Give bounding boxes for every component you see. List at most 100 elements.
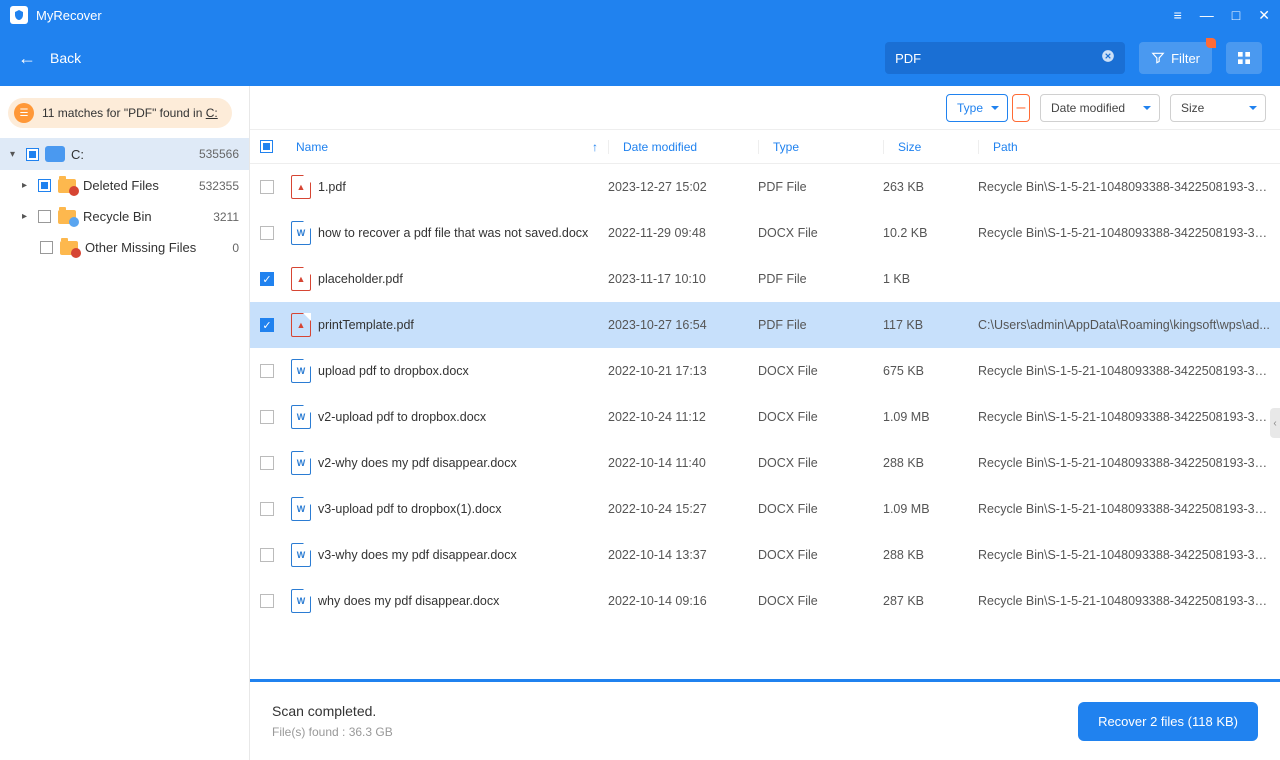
row-checkbox[interactable]: ✓ — [260, 272, 274, 286]
table-row[interactable]: Wv3-upload pdf to dropbox(1).docx2022-10… — [250, 486, 1280, 532]
disk-icon — [45, 146, 65, 162]
folder-icon — [57, 179, 77, 193]
file-date: 2022-10-14 13:37 — [608, 548, 758, 562]
maximize-icon[interactable]: □ — [1232, 7, 1240, 23]
file-name: v2-upload pdf to dropbox.docx — [316, 410, 608, 424]
file-size: 288 KB — [883, 456, 978, 470]
file-type: DOCX File — [758, 410, 883, 424]
file-name: v2-why does my pdf disappear.docx — [316, 456, 608, 470]
filter-button[interactable]: Filter — [1139, 42, 1212, 74]
back-button[interactable]: Back — [50, 50, 871, 66]
type-clear-button[interactable]: – — [1012, 94, 1030, 122]
caret-right-icon[interactable]: ▸ — [22, 211, 32, 222]
file-type: DOCX File — [758, 456, 883, 470]
tree-item[interactable]: Other Missing Files0 — [0, 232, 249, 263]
file-path: C:\Users\admin\AppData\Roaming\kingsoft\… — [978, 318, 1280, 332]
tree-checkbox[interactable] — [40, 241, 53, 254]
row-checkbox[interactable] — [260, 548, 274, 562]
file-type: DOCX File — [758, 594, 883, 608]
grid-view-button[interactable] — [1226, 42, 1262, 74]
table-row[interactable]: Wupload pdf to dropbox.docx2022-10-21 17… — [250, 348, 1280, 394]
tree-label: Recycle Bin — [83, 209, 207, 224]
file-name: placeholder.pdf — [316, 272, 608, 286]
date-dropdown[interactable]: Date modified — [1040, 94, 1160, 122]
file-date: 2022-11-29 09:48 — [608, 226, 758, 240]
main-panel: Type – Date modified Size Name↑ Date mod… — [250, 86, 1280, 760]
minimize-icon[interactable]: — — [1200, 7, 1214, 23]
header-checkbox[interactable] — [260, 140, 273, 153]
side-handle[interactable]: ‹ — [1270, 408, 1280, 438]
column-size[interactable]: Size — [883, 140, 978, 154]
close-icon[interactable]: ✕ — [1258, 7, 1270, 24]
file-path: Recycle Bin\S-1-5-21-1048093388-34225081… — [978, 180, 1280, 194]
file-date: 2022-10-24 15:27 — [608, 502, 758, 516]
file-icon: W — [286, 543, 316, 567]
scan-status: Scan completed. — [272, 703, 393, 719]
file-path: Recycle Bin\S-1-5-21-1048093388-34225081… — [978, 548, 1280, 562]
app-title: MyRecover — [36, 8, 1174, 23]
file-date: 2023-12-27 15:02 — [608, 180, 758, 194]
file-icon: W — [286, 497, 316, 521]
row-checkbox[interactable] — [260, 594, 274, 608]
file-date: 2022-10-24 11:12 — [608, 410, 758, 424]
table-row[interactable]: Wv3-why does my pdf disappear.docx2022-1… — [250, 532, 1280, 578]
row-checkbox[interactable]: ✓ — [260, 318, 274, 332]
row-checkbox[interactable] — [260, 180, 274, 194]
row-checkbox[interactable] — [260, 456, 274, 470]
file-name: printTemplate.pdf — [316, 318, 608, 332]
sort-asc-icon[interactable]: ↑ — [592, 140, 598, 154]
caret-down-icon[interactable]: ▾ — [10, 149, 20, 160]
file-icon: W — [286, 589, 316, 613]
file-size: 117 KB — [883, 318, 978, 332]
column-type[interactable]: Type — [758, 140, 883, 154]
search-input[interactable] — [895, 51, 1101, 66]
tree-checkbox[interactable] — [38, 210, 51, 223]
size-dropdown[interactable]: Size — [1170, 94, 1266, 122]
tree-root[interactable]: ▾ C: 535566 — [0, 138, 249, 170]
file-path: Recycle Bin\S-1-5-21-1048093388-34225081… — [978, 594, 1280, 608]
tree-count: 3211 — [213, 210, 239, 224]
column-path[interactable]: Path — [978, 140, 1280, 154]
table-row[interactable]: ✓▲printTemplate.pdf2023-10-27 16:54PDF F… — [250, 302, 1280, 348]
column-date[interactable]: Date modified — [608, 140, 758, 154]
table-row[interactable]: Wv2-upload pdf to dropbox.docx2022-10-24… — [250, 394, 1280, 440]
table-row[interactable]: Wv2-why does my pdf disappear.docx2022-1… — [250, 440, 1280, 486]
tree-label: C: — [71, 147, 193, 162]
table-row[interactable]: ✓▲placeholder.pdf2023-11-17 10:10PDF Fil… — [250, 256, 1280, 302]
file-date: 2022-10-14 09:16 — [608, 594, 758, 608]
titlebar: MyRecover ≡ — □ ✕ — [0, 0, 1280, 30]
tree-item[interactable]: ▸Deleted Files532355 — [0, 170, 249, 201]
row-checkbox[interactable] — [260, 226, 274, 240]
file-type: PDF File — [758, 272, 883, 286]
file-type: DOCX File — [758, 364, 883, 378]
match-summary: ☰ 11 matches for "PDF" found in C: — [8, 98, 232, 128]
file-size: 675 KB — [883, 364, 978, 378]
sidebar: ☰ 11 matches for "PDF" found in C: ▾ C: … — [0, 86, 250, 760]
column-name[interactable]: Name↑ — [286, 140, 608, 154]
tree-checkbox[interactable] — [38, 179, 51, 192]
table-row[interactable]: ▲1.pdf2023-12-27 15:02PDF File263 KBRecy… — [250, 164, 1280, 210]
type-dropdown[interactable]: Type — [946, 94, 1008, 122]
file-type: DOCX File — [758, 502, 883, 516]
folder-icon — [57, 210, 77, 224]
search-clear-icon[interactable] — [1101, 49, 1115, 68]
search-box[interactable] — [885, 42, 1125, 74]
file-size: 10.2 KB — [883, 226, 978, 240]
caret-right-icon[interactable]: ▸ — [22, 180, 32, 191]
file-date: 2023-10-27 16:54 — [608, 318, 758, 332]
tree-item[interactable]: ▸ Recycle Bin 3211 — [0, 201, 249, 232]
back-arrow-icon[interactable]: ← — [18, 48, 36, 69]
table-row[interactable]: Wwhy does my pdf disappear.docx2022-10-1… — [250, 578, 1280, 624]
row-checkbox[interactable] — [260, 410, 274, 424]
recover-button[interactable]: Recover 2 files (118 KB) — [1078, 702, 1258, 741]
file-icon: W — [286, 359, 316, 383]
menu-icon[interactable]: ≡ — [1174, 7, 1182, 23]
row-checkbox[interactable] — [260, 502, 274, 516]
row-checkbox[interactable] — [260, 364, 274, 378]
tree-checkbox[interactable] — [26, 148, 39, 161]
file-name: why does my pdf disappear.docx — [316, 594, 608, 608]
table-row[interactable]: Whow to recover a pdf file that was not … — [250, 210, 1280, 256]
file-icon: W — [286, 221, 316, 245]
file-name: how to recover a pdf file that was not s… — [316, 226, 608, 240]
file-icon: W — [286, 451, 316, 475]
